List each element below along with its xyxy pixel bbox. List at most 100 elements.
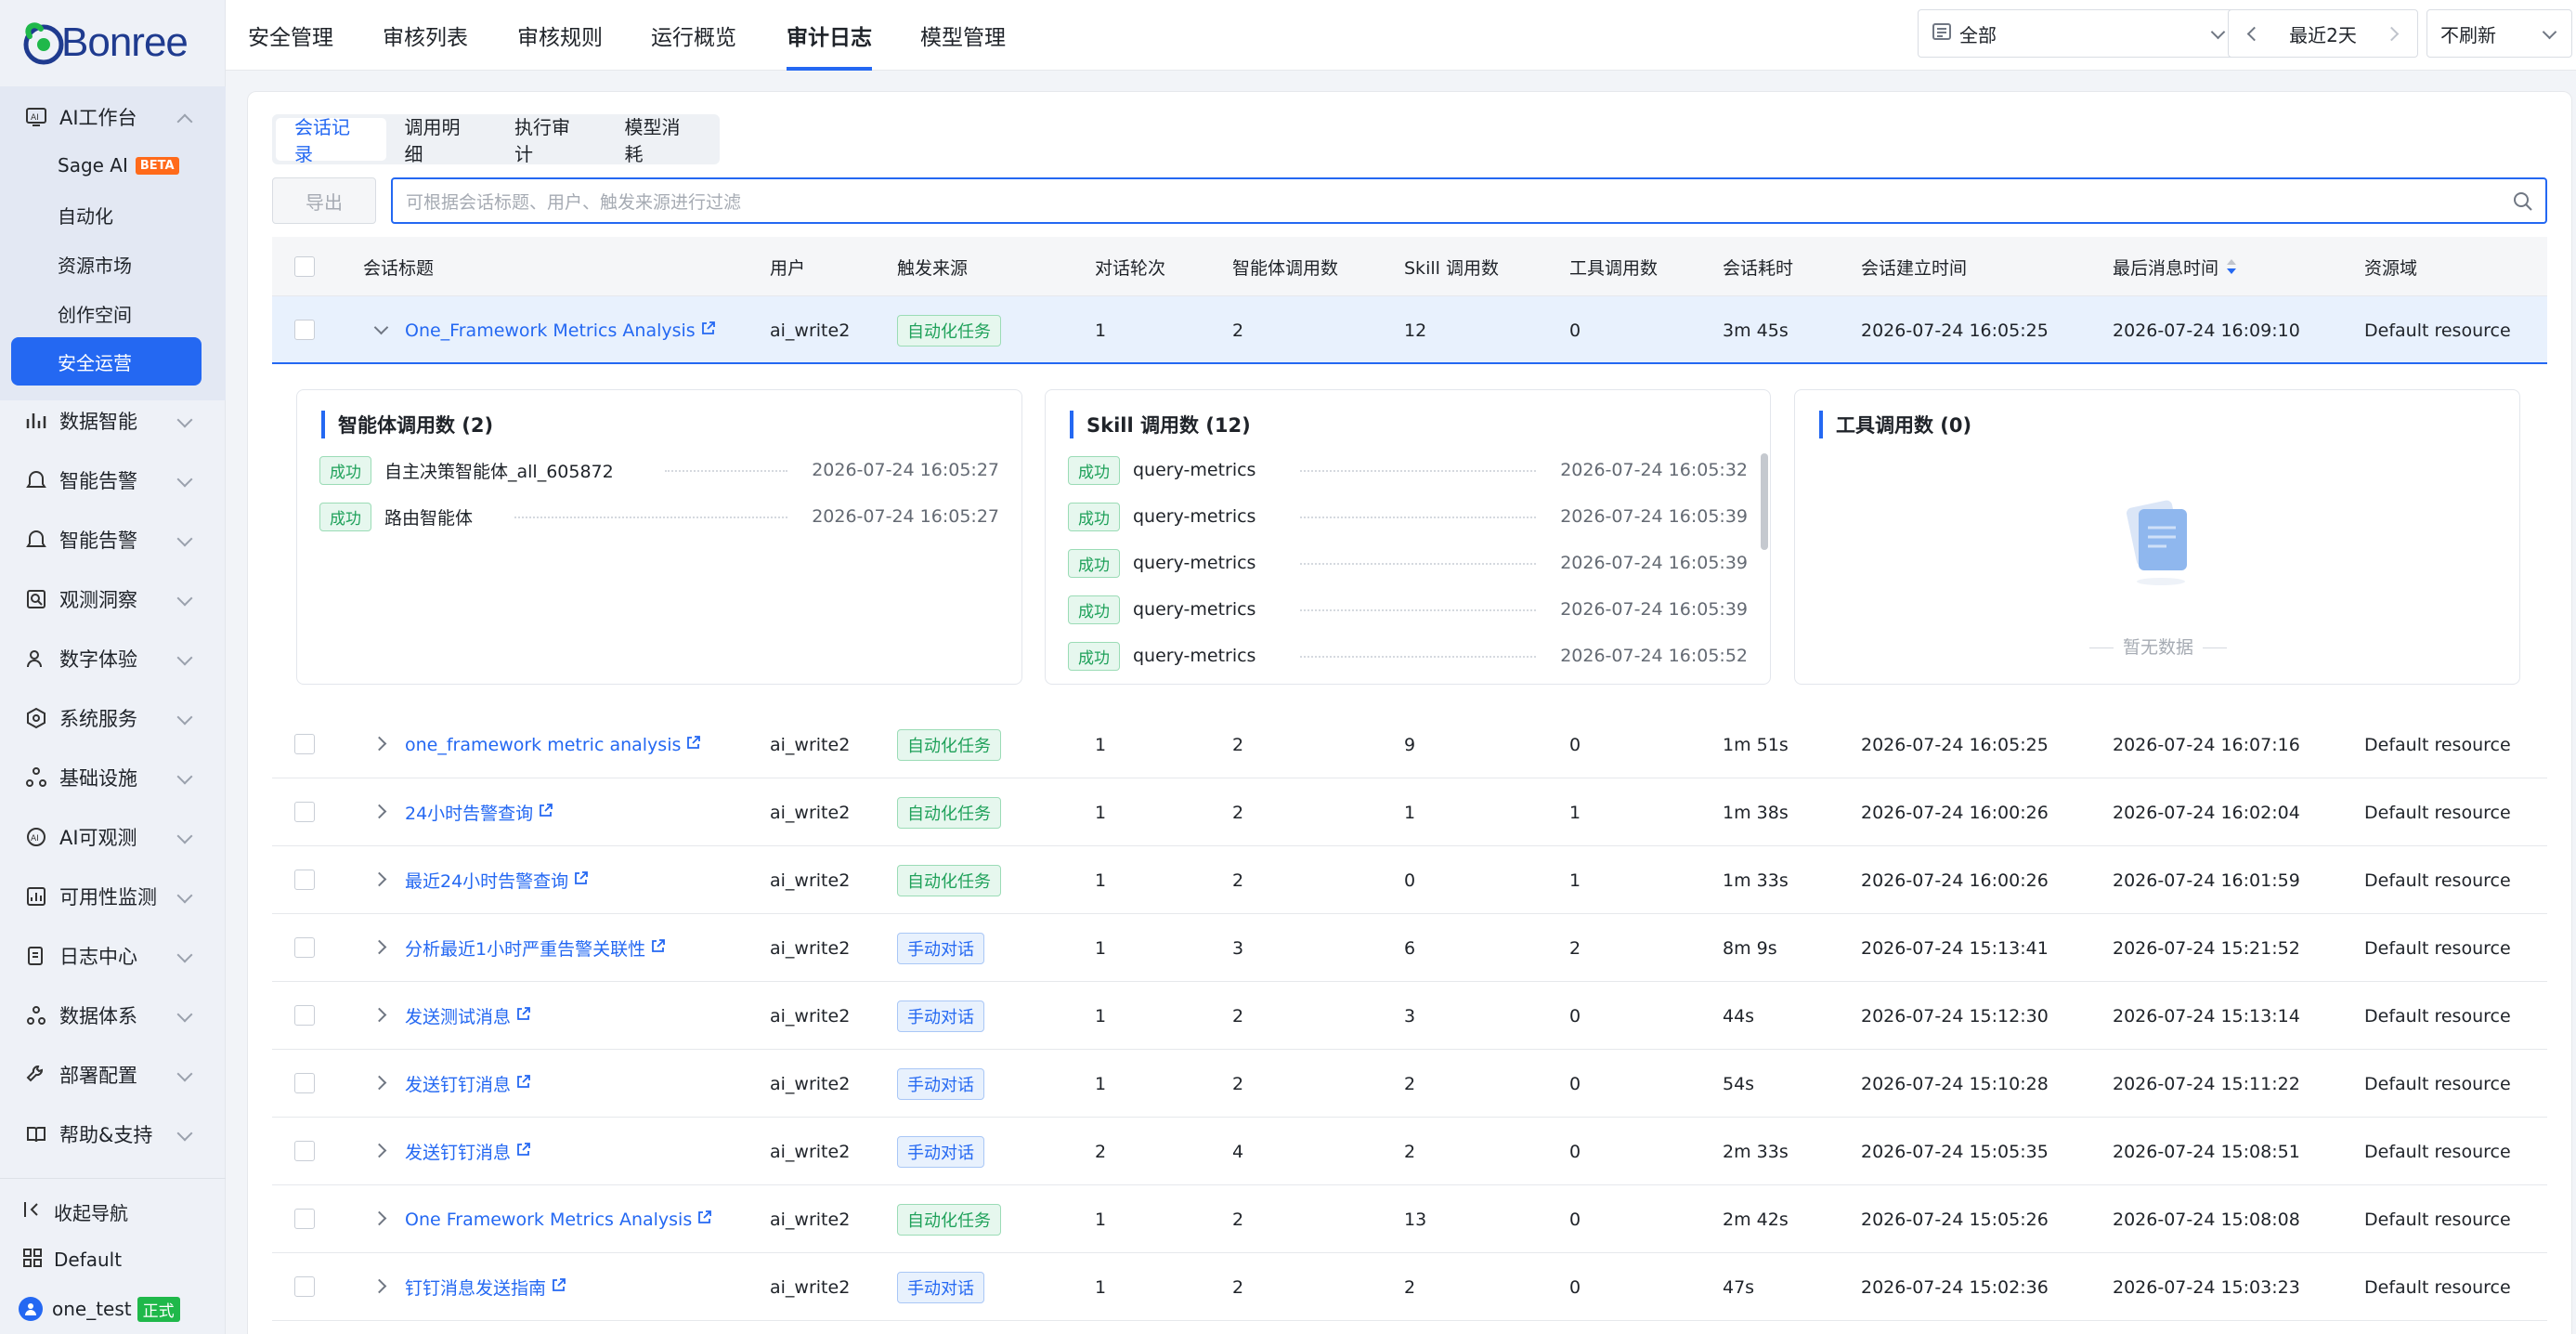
cell-title[interactable]: 24小时告警查询 xyxy=(405,778,553,846)
session-title-link[interactable]: 分析最近1小时严重告警关联性 xyxy=(405,935,645,961)
scope-select[interactable]: 全部 xyxy=(1918,9,2243,58)
external-link-icon[interactable] xyxy=(650,938,666,959)
panel-scrollbar[interactable] xyxy=(1761,453,1768,550)
external-link-icon[interactable] xyxy=(551,1277,566,1298)
tab-model-mgmt[interactable]: 模型管理 xyxy=(920,0,1006,71)
nav-smart-alert-2[interactable]: 智能告警 xyxy=(0,513,226,567)
refresh-select[interactable]: 不刷新 xyxy=(2426,9,2572,58)
subtab-sessions[interactable]: 会话记录 xyxy=(276,116,386,165)
table-row[interactable]: 分析最近1小时严重告警关联性 ai_write2 手动对话 1 3 6 2 8m 9s 2026… xyxy=(272,914,2547,982)
cell-title[interactable]: 发送测试消息 xyxy=(405,982,531,1050)
nav-deploy[interactable]: 部署配置 xyxy=(0,1048,226,1102)
select-all-checkbox[interactable] xyxy=(294,256,315,277)
session-title-link[interactable]: 发送钉钉消息 xyxy=(405,1071,511,1096)
bonree-logo[interactable]: Bonree xyxy=(20,17,189,69)
table-row[interactable]: One_Framework Metrics Analysis ai_write2 自… xyxy=(272,296,2547,364)
col-last-msg[interactable]: 最后消息时间 xyxy=(2113,237,2237,296)
chevron-right-icon[interactable] xyxy=(371,1143,387,1158)
sub-item-resource-market[interactable]: 资源市场 xyxy=(58,242,132,285)
session-title-link[interactable]: 发送钉钉消息 xyxy=(405,1139,511,1164)
row-checkbox[interactable] xyxy=(294,1005,315,1026)
tab-security-mgmt[interactable]: 安全管理 xyxy=(248,0,333,71)
nav-system[interactable]: 系统服务 xyxy=(0,691,226,745)
cell-title[interactable]: 分析最近1小时严重告警关联性 xyxy=(405,914,666,982)
external-link-icon[interactable] xyxy=(700,320,716,341)
sub-item-automation[interactable]: 自动化 xyxy=(58,193,113,236)
session-title-link[interactable]: 钉钉消息发送指南 xyxy=(405,1275,546,1300)
tab-audit-list[interactable]: 审核列表 xyxy=(383,0,468,71)
table-row[interactable]: 发送钉钉消息 ai_write2 手动对话 2 4 2 0 2m 33s 2026-07-24 … xyxy=(272,1118,2547,1185)
skill-call-item[interactable]: 成功 query-metrics 2026-07-24 16:05:39 xyxy=(1068,546,1748,580)
agent-call-item[interactable]: 成功 路由智能体 2026-07-24 16:05:27 xyxy=(319,500,999,533)
chevron-right-icon[interactable] xyxy=(371,736,387,752)
session-title-link[interactable]: One Framework Metrics Analysis xyxy=(405,1210,692,1230)
session-title-link[interactable]: 最近24小时告警查询 xyxy=(405,868,568,893)
row-checkbox[interactable] xyxy=(294,734,315,754)
table-row[interactable]: one_framework metric analysis ai_write2 自动… xyxy=(272,711,2547,778)
skill-call-item[interactable]: 成功 query-metrics 2026-07-24 16:05:52 xyxy=(1068,639,1748,673)
chevron-right-icon[interactable] xyxy=(371,804,387,819)
sub-item-security-ops[interactable]: 安全运营 xyxy=(11,337,202,386)
session-title-link[interactable]: One_Framework Metrics Analysis xyxy=(405,320,696,341)
chevron-down-icon[interactable] xyxy=(373,320,389,335)
skill-call-item[interactable]: 成功 query-metrics 2026-07-24 16:05:39 xyxy=(1068,593,1748,626)
cell-title[interactable]: 发送钉钉消息 xyxy=(405,1050,531,1118)
sub-item-creative-space[interactable]: 创作空间 xyxy=(58,292,132,334)
table-row[interactable]: 发送钉钉消息 ai_write2 手动对话 1 2 2 0 54s 2026-07-24 15:… xyxy=(272,1050,2547,1118)
agent-call-item[interactable]: 成功 自主决策智能体_all_605872 2026-07-24 16:05:27 xyxy=(319,453,999,487)
sort-icon[interactable] xyxy=(2226,258,2237,275)
external-link-icon[interactable] xyxy=(538,803,553,823)
external-link-icon[interactable] xyxy=(515,1142,531,1162)
table-row[interactable]: One Framework Metrics Analysis ai_write2 自… xyxy=(272,1185,2547,1253)
row-checkbox[interactable] xyxy=(294,1209,315,1229)
external-link-icon[interactable] xyxy=(685,735,701,755)
nav-digital-exp[interactable]: 数字体验 xyxy=(0,632,226,686)
subtab-model-usage[interactable]: 模型消耗 xyxy=(606,116,717,165)
sub-item-sage-ai[interactable]: Sage AI BETA xyxy=(58,144,179,187)
nav-insight[interactable]: 观测洞察 xyxy=(0,572,226,626)
table-row[interactable]: 24小时告警查询 ai_write2 自动化任务 1 2 1 1 1m 38s 2026-07-… xyxy=(272,778,2547,846)
export-button[interactable]: 导出 xyxy=(272,177,376,224)
nav-log[interactable]: 日志中心 xyxy=(0,929,226,983)
tab-run-overview[interactable]: 运行概览 xyxy=(651,0,736,71)
nav-help[interactable]: 帮助&支持 xyxy=(0,1107,226,1161)
chevron-right-icon[interactable] xyxy=(371,1210,387,1226)
chevron-right-icon[interactable] xyxy=(371,871,387,887)
cell-title[interactable]: One_Framework Metrics Analysis xyxy=(405,296,716,364)
tab-audit-log[interactable]: 审计日志 xyxy=(787,0,872,71)
table-row[interactable]: 钉钉消息发送指南 ai_write2 手动对话 1 2 2 0 47s 2026-07-24 1… xyxy=(272,1253,2547,1321)
nav-data-intel[interactable]: 数据智能 xyxy=(0,394,226,448)
external-link-icon[interactable] xyxy=(573,870,589,891)
chevron-right-icon[interactable] xyxy=(371,1278,387,1294)
subtab-call-details[interactable]: 调用明细 xyxy=(386,116,497,165)
collapse-nav-button[interactable]: 收起导航 xyxy=(22,1191,128,1232)
row-checkbox[interactable] xyxy=(294,1141,315,1161)
nav-data-system[interactable]: 数据体系 xyxy=(0,988,226,1042)
nav-ai-observe[interactable]: AI AI可观测 xyxy=(0,810,226,864)
cell-title[interactable]: one_framework metric analysis xyxy=(405,711,701,778)
tab-audit-rules[interactable]: 审核规则 xyxy=(517,0,603,71)
skill-call-item[interactable]: 成功 query-metrics 2026-07-24 16:05:32 xyxy=(1068,453,1748,487)
session-title-link[interactable]: 发送测试消息 xyxy=(405,1003,511,1028)
search-input[interactable]: 可根据会话标题、用户、触发来源进行过滤 xyxy=(391,177,2547,224)
nav-smart-alert[interactable]: 智能告警 xyxy=(0,453,226,507)
row-checkbox[interactable] xyxy=(294,802,315,822)
external-link-icon[interactable] xyxy=(696,1210,712,1230)
skill-call-item[interactable]: 成功 query-metrics 2026-07-24 16:05:39 xyxy=(1068,500,1748,533)
search-icon[interactable] xyxy=(2512,190,2534,217)
session-title-link[interactable]: 24小时告警查询 xyxy=(405,800,533,825)
chevron-right-icon[interactable] xyxy=(371,939,387,955)
workspace-switch[interactable]: Default xyxy=(22,1239,122,1280)
table-row[interactable]: 发送测试消息 ai_write2 手动对话 1 2 3 0 44s 2026-07-24 15:… xyxy=(272,982,2547,1050)
chevron-right-icon[interactable] xyxy=(371,1075,387,1091)
nav-availability[interactable]: 可用性监测 xyxy=(0,870,226,923)
row-checkbox[interactable] xyxy=(294,320,315,340)
nav-ai-workbench[interactable]: AI AI工作台 xyxy=(0,90,226,144)
cell-title[interactable]: 最近24小时告警查询 xyxy=(405,846,589,914)
row-checkbox[interactable] xyxy=(294,1073,315,1093)
session-title-link[interactable]: one_framework metric analysis xyxy=(405,735,681,755)
table-row[interactable]: 最近24小时告警查询 ai_write2 自动化任务 1 2 0 1 1m 33s 2026-0… xyxy=(272,846,2547,914)
cell-title[interactable]: 发送钉钉消息 xyxy=(405,1118,531,1185)
time-range-picker[interactable]: 最近2天 xyxy=(2228,9,2418,58)
row-checkbox[interactable] xyxy=(294,937,315,958)
